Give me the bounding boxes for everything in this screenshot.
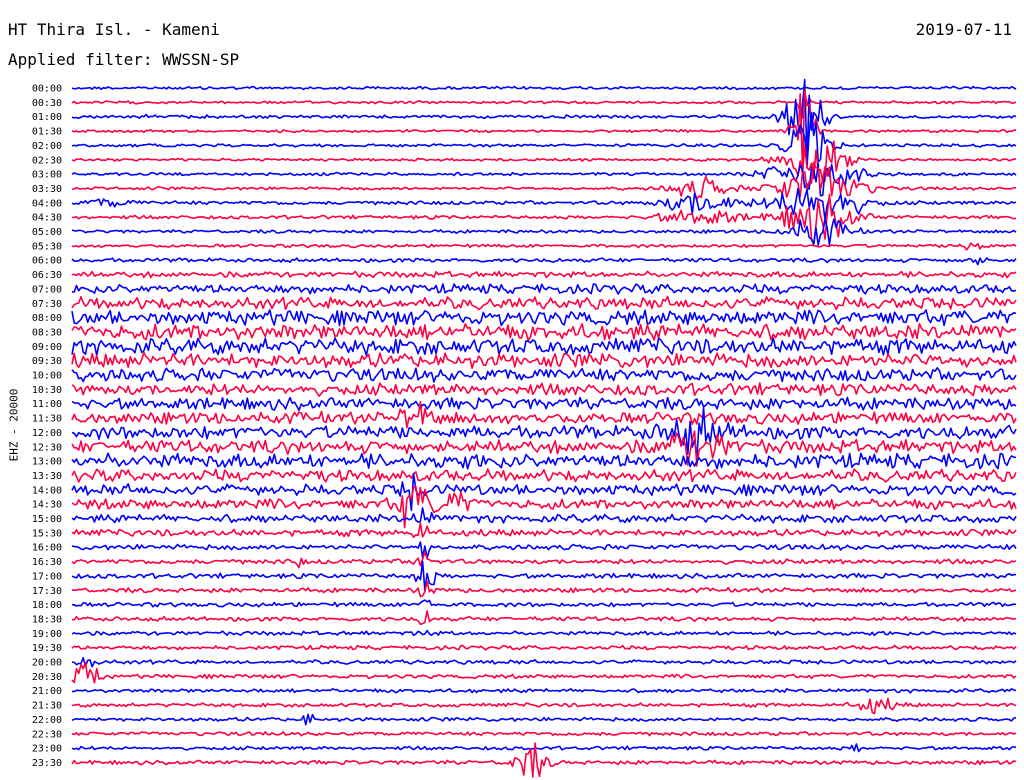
time-tick-label: 19:30 <box>32 643 62 654</box>
seismic-trace-0530 <box>71 242 1017 251</box>
time-tick-label: 10:30 <box>32 385 62 396</box>
time-tick-label: 15:30 <box>32 528 62 539</box>
seismic-trace-1730 <box>71 580 1017 598</box>
seismic-trace-0030 <box>71 96 1017 119</box>
time-tick-label: 23:30 <box>32 758 62 769</box>
time-tick-label: 21:00 <box>32 686 62 697</box>
seismic-trace-1630 <box>71 551 1017 569</box>
time-tick-label: 12:00 <box>32 428 62 439</box>
seismic-trace-0730 <box>71 295 1017 311</box>
seismic-trace-0830 <box>71 322 1017 342</box>
seismic-trace-1600 <box>71 541 1017 559</box>
seismic-trace-1700 <box>71 560 1017 592</box>
seismic-trace-0700 <box>71 283 1017 295</box>
time-tick-label: 20:30 <box>32 672 62 683</box>
time-tick-label: 22:00 <box>32 715 62 726</box>
time-tick-label: 06:30 <box>32 270 62 281</box>
time-tick-label: 09:00 <box>32 342 62 353</box>
seismic-trace-0800 <box>71 309 1017 327</box>
time-tick-label: 21:30 <box>32 701 62 712</box>
time-tick-label: 07:00 <box>32 284 62 295</box>
seismic-trace-1900 <box>71 629 1017 637</box>
seismic-trace-0900 <box>71 337 1017 357</box>
time-tick-label: 08:00 <box>32 313 62 324</box>
time-tick-label: 01:30 <box>32 127 62 138</box>
time-tick-label: 17:00 <box>32 571 62 582</box>
seismic-trace-2000 <box>71 656 1017 668</box>
seismic-trace-2200 <box>71 713 1017 726</box>
time-tick-label: 03:00 <box>32 170 62 181</box>
seismic-trace-0600 <box>71 257 1017 266</box>
time-tick-label: 18:30 <box>32 614 62 625</box>
time-tick-label: 16:00 <box>32 543 62 554</box>
time-tick-label: 13:00 <box>32 457 62 468</box>
seismic-trace-0630 <box>71 270 1017 279</box>
seismic-trace-1030 <box>71 382 1017 397</box>
time-tick-label: 23:00 <box>32 744 62 755</box>
time-tick-label: 05:00 <box>32 227 62 238</box>
seismic-trace-1930 <box>71 644 1017 651</box>
time-tick-label: 07:30 <box>32 299 62 310</box>
time-tick-label: 01:00 <box>32 112 62 123</box>
time-tick-label: 10:00 <box>32 371 62 382</box>
time-tick-label: 14:00 <box>32 485 62 496</box>
time-tick-label: 19:00 <box>32 629 62 640</box>
time-tick-label: 09:30 <box>32 356 62 367</box>
time-tick-label: 12:30 <box>32 442 62 453</box>
time-tick-label: 17:30 <box>32 586 62 597</box>
time-tick-label: 03:30 <box>32 184 62 195</box>
seismic-trace-1800 <box>71 599 1017 608</box>
seismic-trace-1430 <box>71 485 1017 529</box>
seismic-trace-2100 <box>71 687 1017 694</box>
seismic-trace-2300 <box>71 743 1017 753</box>
seismic-trace-1330 <box>71 468 1017 483</box>
seismic-trace-1830 <box>71 610 1017 626</box>
seismic-trace-2130 <box>71 697 1017 715</box>
seismic-trace-1530 <box>71 522 1017 539</box>
time-tick-label: 06:00 <box>32 256 62 267</box>
seismic-trace-2030 <box>71 661 1017 684</box>
seismic-trace-0930 <box>71 351 1017 369</box>
time-tick-label: 20:00 <box>32 658 62 669</box>
seismic-trace-0100 <box>71 78 1017 161</box>
time-tick-label: 16:30 <box>32 557 62 568</box>
time-tick-label: 14:30 <box>32 500 62 511</box>
time-tick-label: 08:30 <box>32 327 62 338</box>
seismic-trace-2230 <box>71 730 1017 737</box>
seismic-trace-0400 <box>71 187 1017 221</box>
seismic-trace-1300 <box>71 452 1017 470</box>
seismic-trace-0500 <box>71 218 1017 246</box>
time-tick-label: 18:00 <box>32 600 62 611</box>
time-tick-label: 11:00 <box>32 399 62 410</box>
time-tick-label: 04:30 <box>32 213 62 224</box>
helicorder-plot: 00:00 00:30 01:00 01:30 02:00 02:30 03:00 03:30… <box>32 78 1017 778</box>
time-tick-label: 05:30 <box>32 241 62 252</box>
time-tick-label: 15:00 <box>32 514 62 525</box>
seismic-trace-1500 <box>71 507 1017 524</box>
seismic-trace-0000 <box>71 85 1017 91</box>
time-tick-label: 22:30 <box>32 729 62 740</box>
time-tick-label: 02:00 <box>32 141 62 152</box>
time-tick-label: 13:30 <box>32 471 62 482</box>
time-tick-label: 00:00 <box>32 84 62 95</box>
time-tick-label: 02:30 <box>32 155 62 166</box>
time-tick-label: 11:30 <box>32 414 62 425</box>
seismic-trace-0330 <box>71 161 1017 200</box>
seismic-trace-1100 <box>71 396 1017 412</box>
seismic-trace-1000 <box>71 366 1017 383</box>
time-tick-label: 00:30 <box>32 98 62 109</box>
time-tick-label: 04:00 <box>32 198 62 209</box>
